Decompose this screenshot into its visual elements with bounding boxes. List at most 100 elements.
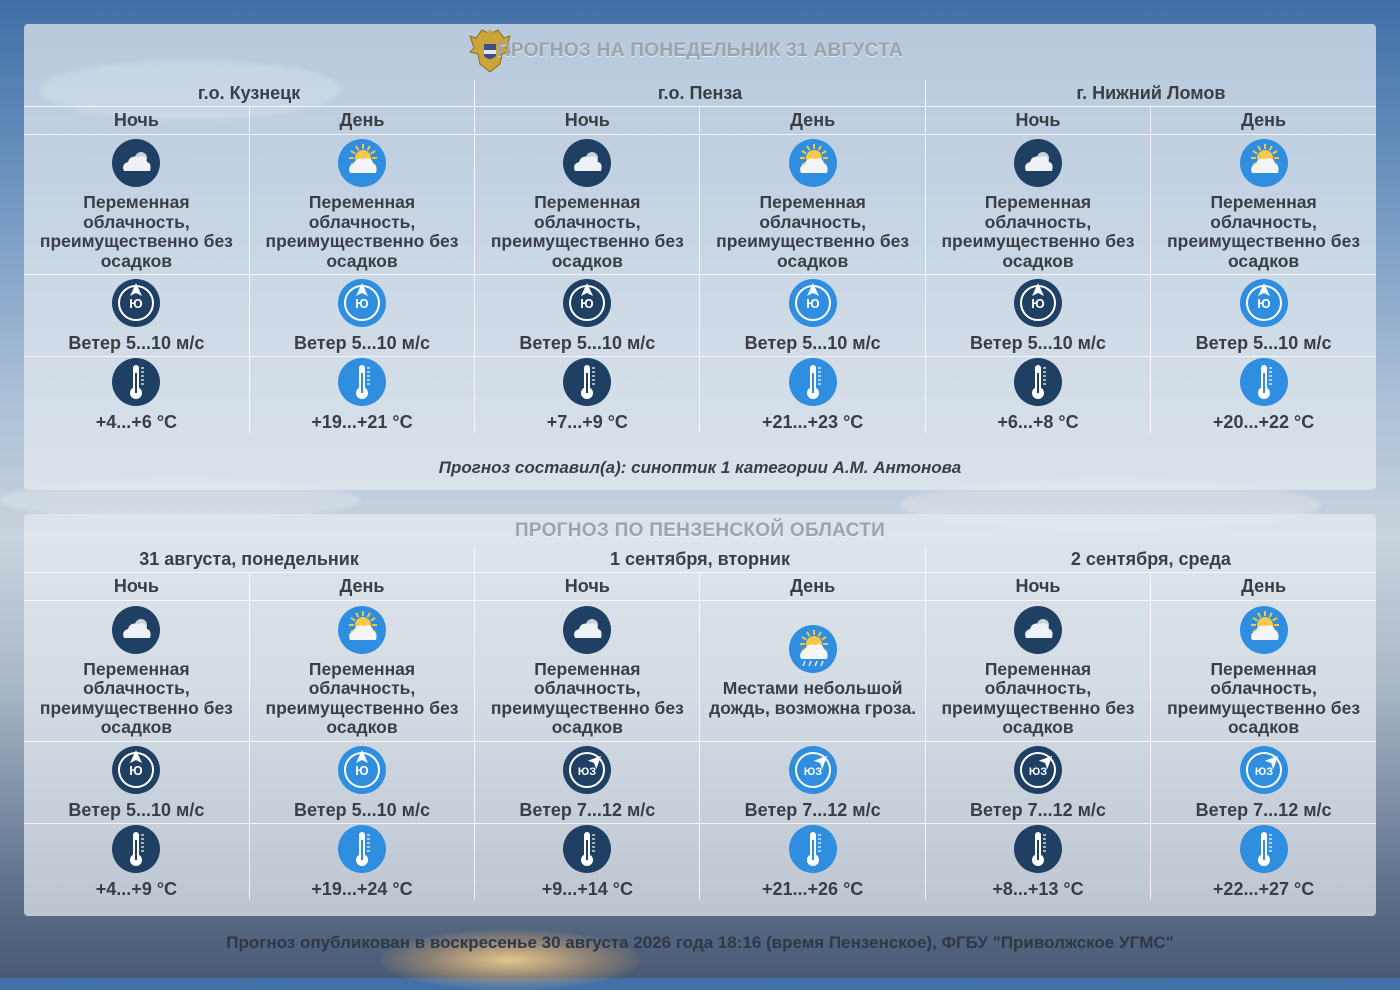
weather-cell: Переменная облачность, преимущественно б…: [248, 600, 476, 742]
svg-text:Ю: Ю: [1031, 296, 1044, 311]
weather-description: Местами небольшой дождь, возможна гроза.: [709, 678, 917, 718]
temperature-cell: +8...+13 °C: [924, 823, 1152, 900]
day-part-label: Ночь: [924, 572, 1152, 601]
svg-text:Ю: Ю: [581, 296, 594, 311]
wind-cell: Ю Ветер 5...10 м/с: [699, 274, 926, 357]
wind-direction-icon: ЮЗ: [788, 745, 837, 794]
forecast-author: Прогноз составил(а): синоптик 1 категори…: [438, 458, 962, 477]
weather-description: Переменная облачность, преимущественно б…: [1167, 192, 1361, 271]
date-header: 31 августа, понедельник: [24, 546, 476, 573]
temperature-range: +21...+26 °C: [762, 879, 864, 899]
day-part-label: Ночь: [474, 106, 701, 135]
thermometer-icon: [112, 825, 161, 873]
weather-cell: Переменная облачность, преимущественно б…: [924, 600, 1152, 742]
temperature-cell: +20...+22 °C: [1150, 356, 1376, 433]
thermometer-icon: [563, 358, 612, 406]
wind-cell: ЮЗ Ветер 7...12 м/с: [1150, 741, 1376, 824]
wind-cell: Ю Ветер 5...10 м/с: [248, 741, 476, 824]
sun-cloud-rain-icon: [788, 625, 837, 673]
sun-cloud-icon: [788, 139, 837, 187]
wind-speed: Ветер 5...10 м/с: [969, 332, 1106, 353]
forecast-table: 31 августа, понедельник 1 сентября, втор…: [24, 546, 1376, 900]
svg-text:Ю: Ю: [355, 296, 368, 311]
day-part-label: День: [248, 106, 476, 135]
thermometer-icon: [788, 358, 837, 406]
weather-cell: Местами небольшой дождь, возможна гроза.: [699, 600, 926, 742]
location-header: г.о. Пенза: [474, 80, 926, 107]
svg-text:Ю: Ю: [130, 296, 143, 311]
wind-direction-icon: ЮЗ: [1239, 745, 1288, 794]
thermometer-icon: [1239, 825, 1288, 873]
wind-cell: Ю Ветер 5...10 м/с: [24, 274, 250, 357]
weather-cell: Переменная облачность, преимущественно б…: [24, 600, 250, 742]
weather-cell: Переменная облачность, преимущественно б…: [699, 134, 926, 275]
date-header: 2 сентября, среда: [924, 546, 1376, 573]
day-part-label: День: [1150, 572, 1376, 601]
wind-direction-icon: Ю: [337, 278, 386, 327]
weather-cell: Переменная облачность, преимущественно б…: [24, 134, 250, 275]
thermometer-icon: [112, 358, 161, 406]
thermometer-icon: [337, 358, 386, 406]
wind-direction-icon: Ю: [563, 278, 612, 327]
wind-speed: Ветер 5...10 м/с: [1195, 332, 1332, 353]
temperature-cell: +21...+23 °C: [699, 356, 926, 433]
wind-cell: Ю Ветер 5...10 м/с: [924, 274, 1152, 357]
svg-text:Ю: Ю: [355, 763, 368, 778]
day-part-label: День: [248, 572, 476, 601]
temperature-range: +4...+6 °C: [95, 412, 178, 432]
weather-description: Переменная облачность, преимущественно б…: [1167, 658, 1361, 737]
date-header: 1 сентября, вторник: [474, 546, 926, 573]
wind-speed: Ветер 5...10 м/с: [744, 332, 881, 353]
wind-speed: Ветер 7...12 м/с: [744, 799, 881, 820]
day-part-label: Ночь: [474, 572, 701, 601]
thermometer-icon: [1013, 358, 1062, 406]
wind-direction-icon: Ю: [1239, 278, 1288, 327]
weather-description: Переменная облачность, преимущественно б…: [39, 658, 233, 737]
temperature-range: +8...+13 °C: [992, 879, 1084, 899]
night-cloud-icon: [563, 605, 612, 654]
wind-speed: Ветер 7...12 м/с: [969, 799, 1106, 820]
temperature-range: +22...+27 °C: [1212, 879, 1315, 899]
weather-description: Переменная облачность, преимущественно б…: [490, 192, 684, 271]
weather-cell: Переменная облачность, преимущественно б…: [248, 134, 476, 275]
temperature-range: +6...+8 °C: [997, 412, 1079, 432]
weather-cell: Переменная облачность, преимущественно б…: [1150, 134, 1376, 275]
wind-speed: Ветер 5...10 м/с: [294, 799, 430, 820]
thermometer-icon: [563, 825, 612, 873]
temperature-cell: +21...+26 °C: [699, 823, 926, 900]
day-part-label: Ночь: [24, 106, 250, 135]
weather-description: Переменная облачность, преимущественно б…: [265, 658, 459, 737]
svg-text:ЮЗ: ЮЗ: [1029, 766, 1047, 778]
publication-footer: Прогноз опубликован в воскресенье 30 авг…: [226, 933, 1174, 952]
wind-direction-icon: ЮЗ: [563, 745, 612, 794]
temperature-cell: +22...+27 °C: [1150, 823, 1376, 900]
sun-cloud-icon: [337, 139, 386, 187]
weather-description: Переменная облачность, преимущественно б…: [490, 658, 684, 737]
wind-speed: Ветер 7...12 м/с: [1195, 799, 1332, 820]
weather-description: Переменная облачность, преимущественно б…: [716, 192, 910, 271]
panel-title: ПРОГНОЗ НА ПОНЕДЕЛЬНИК 31 АВГУСТА: [496, 40, 904, 61]
thermometer-icon: [1013, 825, 1062, 873]
weather-cell: Переменная облачность, преимущественно б…: [474, 134, 701, 275]
night-cloud-icon: [1013, 139, 1062, 187]
day-part-label: Ночь: [24, 572, 250, 601]
svg-text:ЮЗ: ЮЗ: [1254, 766, 1272, 778]
thermometer-icon: [788, 825, 837, 873]
temperature-range: +19...+21 °C: [311, 412, 413, 432]
temperature-range: +9...+14 °C: [541, 879, 633, 899]
temperature-range: +19...+24 °C: [311, 879, 413, 899]
temperature-range: +4...+9 °C: [95, 879, 178, 899]
thermometer-icon: [337, 825, 386, 873]
sun-cloud-icon: [1239, 605, 1288, 654]
wind-direction-icon: Ю: [112, 278, 161, 327]
wind-direction-icon: Ю: [112, 745, 161, 794]
sun-cloud-icon: [1239, 139, 1288, 187]
weather-description: Переменная облачность, преимущественно б…: [941, 658, 1135, 737]
wind-cell: Ю Ветер 5...10 м/с: [1150, 274, 1376, 357]
city-forecast-panel: ПРОГНОЗ НА ПОНЕДЕЛЬНИК 31 АВГУСТА г.о. К…: [24, 24, 1376, 490]
svg-text:ЮЗ: ЮЗ: [578, 766, 596, 778]
weather-description: Переменная облачность, преимущественно б…: [941, 192, 1135, 271]
temperature-range: +20...+22 °C: [1212, 412, 1315, 432]
panel-title: ПРОГНОЗ ПО ПЕНЗЕНСКОЙ ОБЛАСТИ: [514, 520, 886, 541]
region-forecast-panel: ПРОГНОЗ ПО ПЕНЗЕНСКОЙ ОБЛАСТИ 31 августа…: [24, 514, 1376, 916]
